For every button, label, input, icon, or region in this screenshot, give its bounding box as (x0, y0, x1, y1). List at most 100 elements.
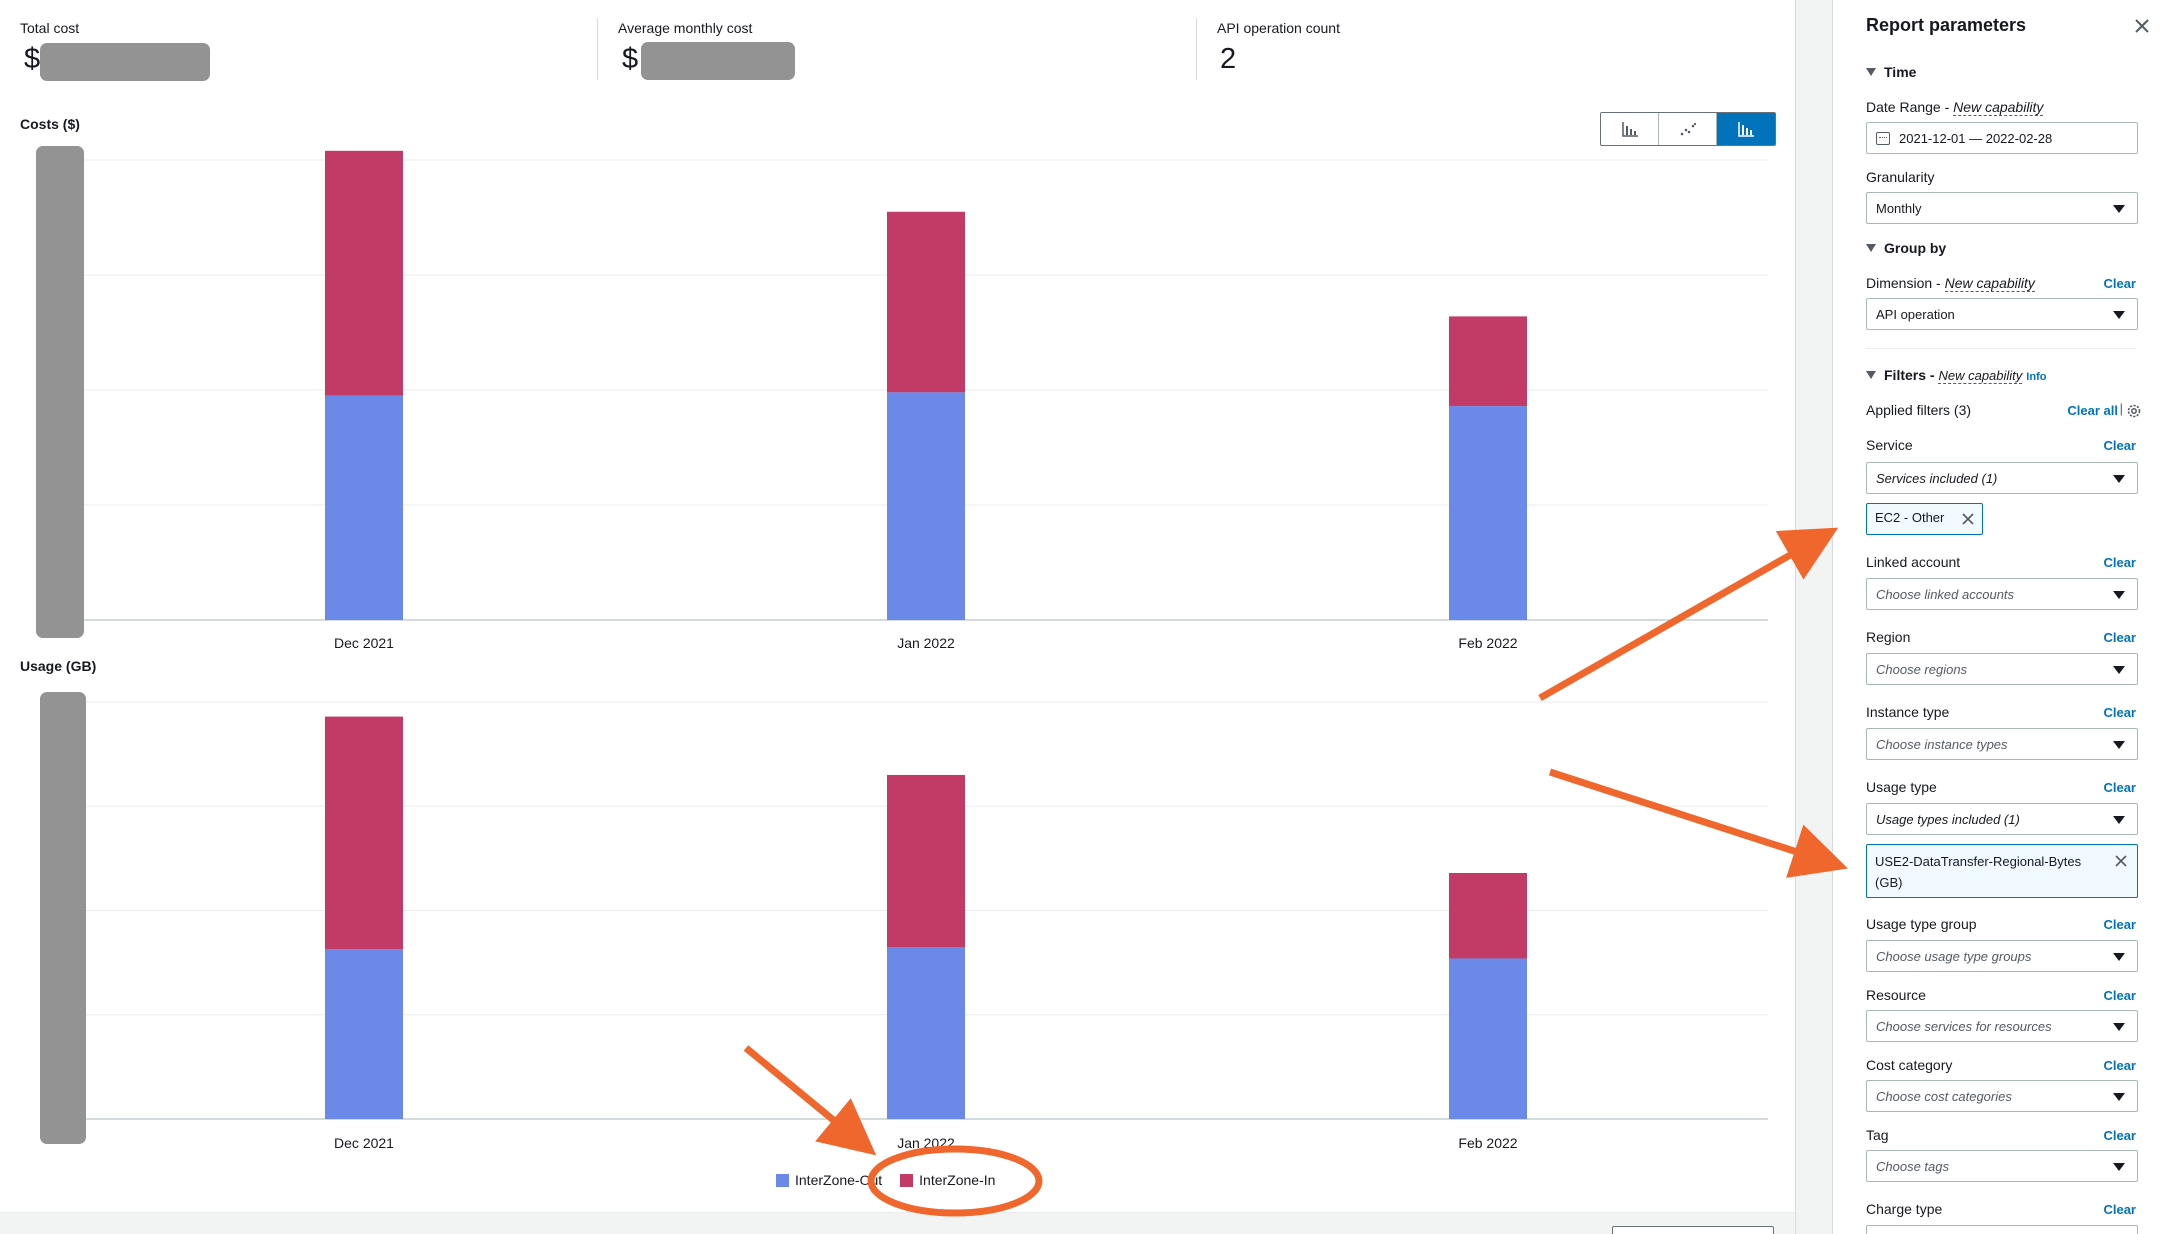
region-placeholder: Choose regions (1876, 661, 1968, 677)
usage-type-clear-link[interactable]: Clear (2103, 780, 2136, 795)
chart-legend: InterZone-Out InterZone-In (776, 1172, 995, 1188)
caret-down-icon (1866, 68, 1876, 76)
clear-all-link[interactable]: Clear all (2067, 403, 2118, 418)
costs-bar-interzone-out-jan-2022 (887, 392, 965, 620)
dropdown-arrow-icon (2113, 1093, 2125, 1101)
costs-bar-interzone-in-feb-2022 (1449, 316, 1527, 407)
dropdown-arrow-icon (2113, 953, 2125, 961)
linked-account-select[interactable]: Choose linked accounts (1866, 578, 2138, 610)
resource-label: Resource (1866, 987, 1926, 1003)
dimension-select[interactable]: API operation (1866, 298, 2138, 330)
cost-category-placeholder: Choose cost categories (1876, 1088, 2012, 1104)
cost-category-clear-link[interactable]: Clear (2103, 1058, 2136, 1073)
resource-clear-link[interactable]: Clear (2103, 988, 2136, 1003)
costs-chart-title: Costs ($) (20, 116, 80, 132)
applied-filters-label: Applied filters (3) (1866, 402, 1972, 418)
caret-down-icon (1866, 371, 1876, 379)
new-capability-tag[interactable]: New capability (1953, 99, 2044, 116)
usage-type-select[interactable]: Usage types included (1) (1866, 803, 2138, 835)
service-select[interactable]: Services included (1) (1866, 462, 2138, 494)
resource-select[interactable]: Choose services for resources (1866, 1010, 2138, 1042)
tag-label: Tag (1866, 1127, 1889, 1143)
usage-bar-interzone-out-jan-2022 (887, 946, 965, 1119)
panel-resize-gutter[interactable] (1795, 0, 1833, 1234)
dropdown-arrow-icon (2113, 666, 2125, 674)
costs-redacted-y-axis (36, 146, 84, 638)
legend-label-interzone-in: InterZone-In (919, 1172, 996, 1188)
dropdown-arrow-icon (2113, 311, 2125, 319)
costs-bar-interzone-out-dec-2021 (325, 395, 403, 620)
new-capability-tag[interactable]: New capability (1938, 368, 2023, 384)
linked-account-clear-link[interactable]: Clear (2103, 555, 2136, 570)
section-divider (1866, 348, 2136, 349)
instance-type-select[interactable]: Choose instance types (1866, 728, 2138, 760)
cost-category-label: Cost category (1866, 1057, 1953, 1073)
remove-token-icon[interactable] (1961, 512, 1975, 526)
usage-type-group-placeholder: Choose usage type groups (1876, 948, 2032, 964)
costs-bar-interzone-in-jan-2022 (887, 211, 965, 393)
clear-all-separator: | (2119, 401, 2123, 416)
tag-clear-link[interactable]: Clear (2103, 1128, 2136, 1143)
dimension-clear-link[interactable]: Clear (2103, 276, 2136, 291)
resource-placeholder: Choose services for resources (1876, 1018, 2052, 1034)
gear-icon[interactable] (2126, 403, 2142, 419)
usage-type-group-label: Usage type group (1866, 916, 1977, 932)
legend-swatch-interzone-in (900, 1173, 914, 1187)
date-range-input[interactable]: 2021-12-01 — 2022-02-28 (1866, 122, 2138, 154)
costs-bar-interzone-in-dec-2021 (325, 150, 403, 396)
remove-token-icon[interactable] (2114, 854, 2128, 868)
linked-account-placeholder: Choose linked accounts (1876, 586, 2015, 602)
filters-info-link[interactable]: Info (2026, 371, 2046, 383)
region-clear-link[interactable]: Clear (2103, 630, 2136, 645)
service-token: EC2 - Other (1866, 503, 1983, 535)
legend-label-interzone-out: InterZone-Out (795, 1172, 883, 1188)
bottom-button[interactable] (1612, 1226, 1774, 1234)
legend-swatch-interzone-out (776, 1173, 789, 1187)
dropdown-arrow-icon (2113, 475, 2125, 483)
tag-placeholder: Choose tags (1876, 1158, 1949, 1174)
charge-type-select[interactable] (1866, 1225, 2138, 1234)
legend-item-interzone-in[interactable]: InterZone-In (900, 1172, 995, 1188)
charge-type-clear-link[interactable]: Clear (2103, 1202, 2136, 1217)
usage-type-token: USE2-DataTransfer-Regional-Bytes (GB) (1866, 844, 2138, 898)
date-range-label-text: Date Range - (1866, 99, 1954, 115)
usage-type-group-clear-link[interactable]: Clear (2103, 917, 2136, 932)
costs-x-tick-label: Feb 2022 (1458, 635, 1517, 651)
date-range-value: 2021-12-01 — 2022-02-28 (1899, 130, 2053, 146)
service-clear-link[interactable]: Clear (2103, 438, 2136, 453)
time-section-header[interactable]: Time (1866, 64, 1916, 80)
dropdown-arrow-icon (2113, 1023, 2125, 1031)
service-token-label: EC2 - Other (1875, 510, 1945, 525)
service-value: Services included (1) (1876, 470, 1998, 486)
group-by-section-header[interactable]: Group by (1866, 240, 1946, 256)
usage-bar-interzone-out-dec-2021 (325, 949, 403, 1119)
region-label: Region (1866, 629, 1911, 645)
usage-x-tick-label: Dec 2021 (334, 1135, 394, 1151)
dropdown-arrow-icon (2113, 1163, 2125, 1171)
usage-bar-interzone-in-feb-2022 (1449, 872, 1527, 959)
dimension-value: API operation (1876, 306, 1955, 322)
service-label: Service (1866, 437, 1913, 453)
usage-type-label: Usage type (1866, 779, 1937, 795)
close-icon[interactable] (2130, 14, 2154, 38)
instance-type-clear-link[interactable]: Clear (2103, 705, 2136, 720)
cost-category-select[interactable]: Choose cost categories (1866, 1080, 2138, 1112)
tag-select[interactable]: Choose tags (1866, 1150, 2138, 1182)
time-section-title: Time (1884, 64, 1917, 80)
group-by-section-title: Group by (1884, 240, 1947, 256)
usage-chart-title: Usage (GB) (20, 658, 96, 674)
dropdown-arrow-icon (2113, 205, 2125, 213)
date-range-label: Date Range - New capability (1866, 99, 2044, 116)
usage-type-group-select[interactable]: Choose usage type groups (1866, 940, 2138, 972)
costs-x-tick-label: Dec 2021 (334, 635, 394, 651)
legend-item-interzone-out[interactable]: InterZone-Out (776, 1172, 882, 1188)
region-select[interactable]: Choose regions (1866, 653, 2138, 685)
linked-account-label: Linked account (1866, 554, 1961, 570)
usage-bar-interzone-out-feb-2022 (1449, 958, 1527, 1119)
granularity-select[interactable]: Monthly (1866, 192, 2138, 224)
dimension-label-text: Dimension - (1866, 275, 1945, 291)
filters-section-header[interactable]: Filters - New capability Info (1866, 367, 2046, 384)
dimension-label: Dimension - New capability (1866, 275, 2035, 292)
new-capability-tag[interactable]: New capability (1944, 275, 2035, 292)
costs-bar-interzone-out-feb-2022 (1449, 406, 1527, 620)
